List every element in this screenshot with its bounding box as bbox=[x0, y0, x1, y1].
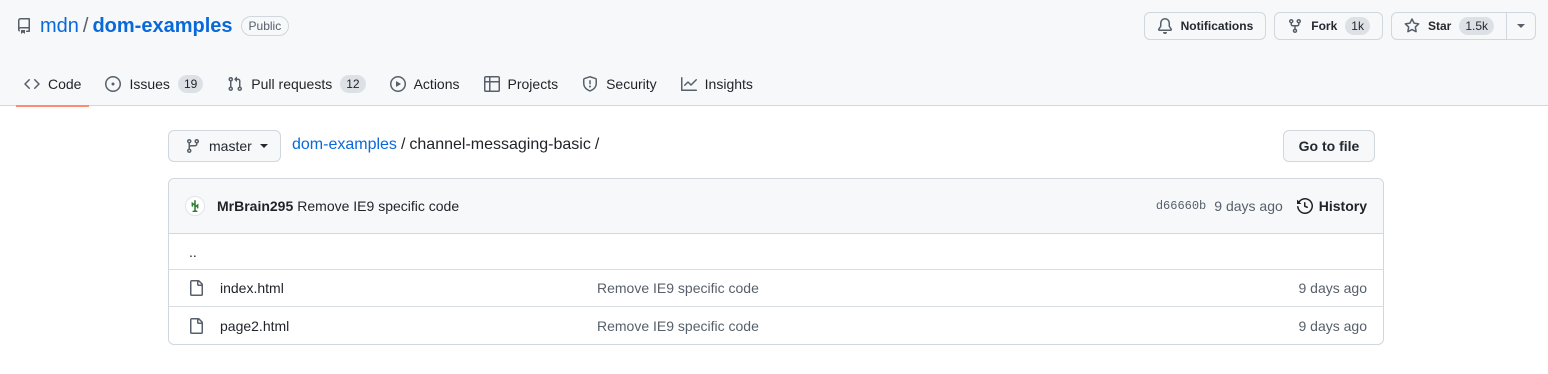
breadcrumb-root-link[interactable]: dom-examples bbox=[292, 136, 397, 154]
star-button[interactable]: Star 1.5k bbox=[1390, 12, 1507, 40]
pull-requests-count: 12 bbox=[340, 75, 366, 93]
code-icon bbox=[24, 76, 40, 92]
tab-label: Code bbox=[48, 76, 82, 92]
branch-name: master bbox=[209, 138, 252, 154]
branch-select-button[interactable]: master bbox=[168, 130, 281, 162]
fork-label: Fork bbox=[1311, 19, 1338, 33]
history-icon bbox=[1296, 198, 1313, 214]
breadcrumb-separator: / bbox=[400, 136, 406, 153]
tab-label: Insights bbox=[704, 76, 753, 92]
avatar[interactable] bbox=[185, 196, 205, 216]
tab-insights[interactable]: Insights bbox=[673, 62, 761, 106]
tab-label: Issues bbox=[129, 76, 170, 92]
tab-label: Security bbox=[606, 76, 657, 92]
tab-code[interactable]: Code bbox=[16, 62, 90, 107]
tab-actions[interactable]: Actions bbox=[382, 62, 468, 106]
visibility-badge: Public bbox=[240, 16, 290, 36]
breadcrumb: dom-examples / channel-messaging-basic / bbox=[292, 136, 599, 154]
star-count: 1.5k bbox=[1459, 17, 1494, 35]
repo-actions: Notifications Fork 1k Star 1.5k bbox=[1143, 12, 1536, 40]
tab-security[interactable]: Security bbox=[574, 62, 665, 106]
star-lists-dropdown[interactable] bbox=[1507, 12, 1536, 40]
file-row[interactable]: page2.html Remove IE9 specific code 9 da… bbox=[169, 307, 1383, 344]
repo-header: mdn / dom-examples Public Notifications … bbox=[0, 0, 1548, 107]
file-age: 9 days ago bbox=[1298, 317, 1368, 334]
repo-icon bbox=[16, 18, 32, 34]
latest-commit-bar: MrBrain295 Remove IE9 specific code d666… bbox=[169, 179, 1383, 234]
tab-label: Projects bbox=[507, 76, 559, 92]
parent-directory-link[interactable]: .. bbox=[189, 244, 197, 260]
file-icon bbox=[188, 280, 204, 296]
star-button-group: Star 1.5k bbox=[1390, 12, 1536, 40]
chevron-down-icon bbox=[259, 144, 268, 148]
issues-count: 19 bbox=[177, 75, 204, 93]
commit-message[interactable]: Remove IE9 specific code bbox=[297, 198, 459, 214]
pull-request-icon bbox=[227, 76, 243, 92]
repo-owner-link[interactable]: mdn bbox=[40, 15, 79, 38]
file-icon bbox=[188, 317, 204, 334]
file-commit-message[interactable]: Remove IE9 specific code bbox=[597, 280, 759, 296]
star-label: Star bbox=[1427, 19, 1452, 33]
fork-button[interactable]: Fork 1k bbox=[1274, 12, 1383, 40]
repo-name-link[interactable]: dom-examples bbox=[92, 15, 232, 38]
file-age: 9 days ago bbox=[1298, 280, 1368, 296]
repo-slash: / bbox=[82, 14, 89, 37]
breadcrumb-current: channel-messaging-basic bbox=[409, 136, 591, 153]
fork-count: 1k bbox=[1345, 17, 1370, 35]
file-name-link[interactable]: index.html bbox=[220, 280, 597, 296]
commit-meta: d66660b 9 days ago History bbox=[1156, 198, 1367, 214]
tab-projects[interactable]: Projects bbox=[476, 62, 567, 106]
history-link[interactable]: History bbox=[1296, 198, 1367, 214]
star-icon bbox=[1404, 18, 1420, 34]
bell-icon bbox=[1157, 18, 1173, 34]
shield-icon bbox=[582, 76, 598, 92]
chevron-down-icon bbox=[1517, 24, 1525, 28]
file-browser: MrBrain295 Remove IE9 specific code d666… bbox=[168, 178, 1384, 345]
tab-label: Actions bbox=[413, 76, 460, 92]
commit-sha[interactable]: d66660b bbox=[1156, 199, 1206, 213]
file-name-link[interactable]: page2.html bbox=[220, 318, 597, 334]
breadcrumb-separator: / bbox=[594, 136, 600, 153]
git-branch-icon bbox=[185, 138, 201, 154]
repo-title: mdn / dom-examples Public bbox=[16, 12, 290, 40]
go-to-file-button[interactable]: Go to file bbox=[1283, 130, 1375, 162]
tab-label: Pull requests bbox=[251, 76, 333, 92]
graph-icon bbox=[680, 76, 697, 92]
tab-pull-requests[interactable]: Pull requests 12 bbox=[219, 62, 373, 106]
history-label: History bbox=[1318, 198, 1367, 214]
repo-tabs: Code Issues 19 Pull requests 12 Actions bbox=[16, 62, 769, 107]
table-icon bbox=[483, 76, 500, 92]
fork-icon bbox=[1287, 18, 1303, 34]
file-row[interactable]: index.html Remove IE9 specific code 9 da… bbox=[169, 270, 1383, 307]
file-commit-message[interactable]: Remove IE9 specific code bbox=[597, 318, 759, 334]
parent-directory-row[interactable]: .. bbox=[169, 234, 1383, 270]
notifications-label: Notifications bbox=[1180, 19, 1254, 33]
play-icon bbox=[389, 76, 406, 92]
commit-author[interactable]: MrBrain295 bbox=[217, 198, 293, 214]
notifications-button[interactable]: Notifications bbox=[1143, 12, 1267, 40]
commit-age: 9 days ago bbox=[1214, 198, 1283, 214]
tab-issues[interactable]: Issues 19 bbox=[97, 62, 211, 106]
issue-icon bbox=[105, 76, 122, 92]
